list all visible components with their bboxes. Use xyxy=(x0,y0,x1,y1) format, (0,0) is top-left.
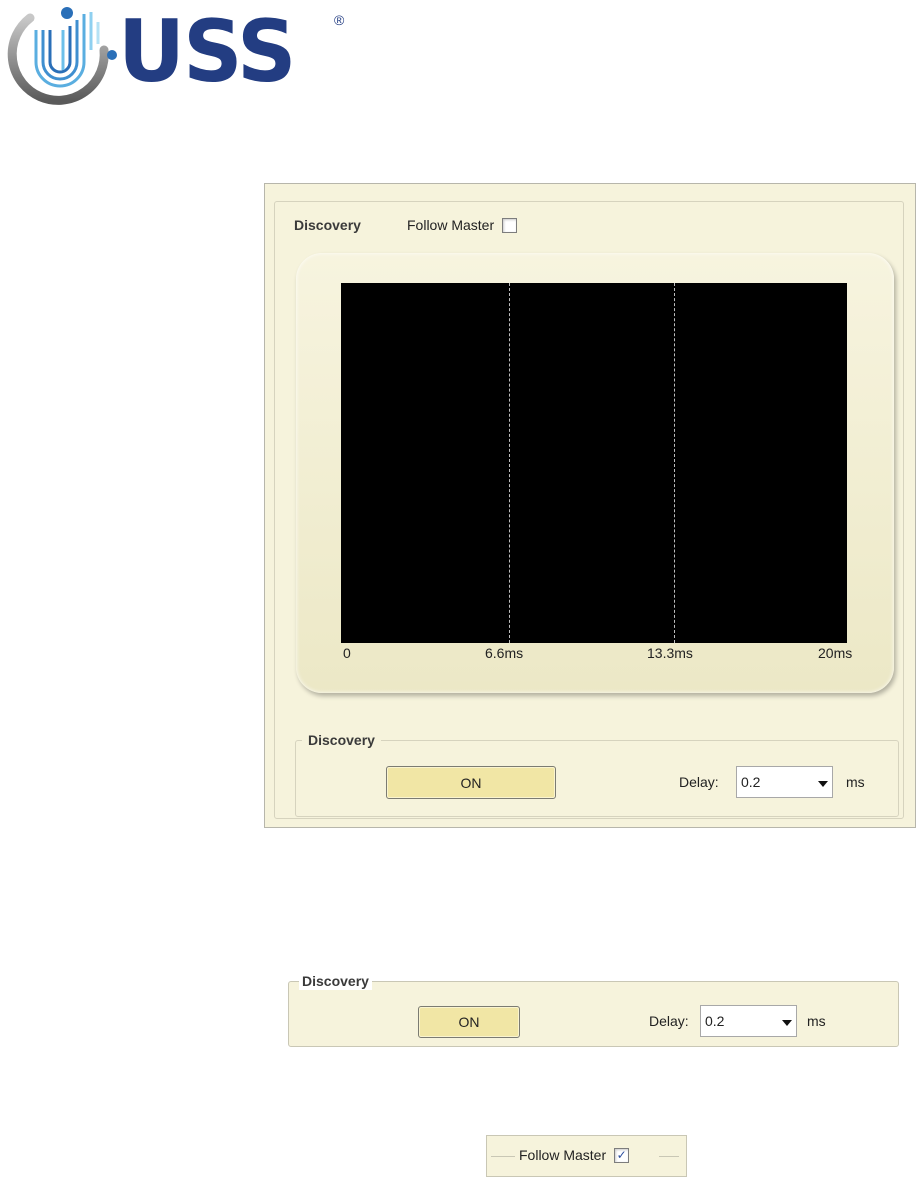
groupbox-line xyxy=(659,1156,679,1157)
follow-master-label: Follow Master xyxy=(407,217,495,233)
scope-tick-label: 20ms xyxy=(818,645,853,661)
discovery-groupbox: Discovery Follow Master 0 6.6ms 13.3ms 2… xyxy=(274,201,904,819)
scope-gridline xyxy=(674,283,675,643)
uss-logo-emblem-icon xyxy=(7,7,117,105)
delay-detail-value: 0.2 xyxy=(705,1013,725,1029)
discovery-control-group: Discovery ON Delay: 0.2 ms xyxy=(295,731,899,817)
follow-master-panel-detail: Follow Master ✓ xyxy=(486,1135,687,1177)
delay-value: 0.2 xyxy=(741,774,761,790)
follow-master-detail-checkbox[interactable]: ✓ xyxy=(614,1147,630,1163)
scope-gridline xyxy=(509,283,510,643)
delay-detail-unit-label: ms xyxy=(807,1013,826,1029)
scope-display xyxy=(341,283,847,643)
scope-tick-label: 0 xyxy=(343,645,351,661)
scope-tick-label: 6.6ms xyxy=(485,645,524,661)
discovery-panel-detail: Discovery ON Delay: 0.2 ms xyxy=(288,972,899,1047)
delay-detail-select[interactable]: 0.2 xyxy=(700,1005,797,1037)
registered-mark: ® xyxy=(334,12,345,28)
discovery-group-title: Discovery xyxy=(288,216,367,234)
follow-master-option[interactable]: Follow Master xyxy=(401,216,524,234)
discovery-panel-full: Discovery Follow Master 0 6.6ms 13.3ms 2… xyxy=(264,183,916,828)
chevron-down-icon[interactable] xyxy=(782,1020,792,1026)
follow-master-detail-option[interactable]: Follow Master ✓ xyxy=(515,1147,634,1163)
discovery-detail-on-button[interactable]: ON xyxy=(418,1006,520,1038)
scope-frame: 0 6.6ms 13.3ms 20ms xyxy=(296,253,894,693)
discovery-detail-title: Discovery xyxy=(299,972,372,990)
chevron-down-icon[interactable] xyxy=(818,781,828,787)
check-icon: ✓ xyxy=(616,1147,627,1162)
discovery-on-button[interactable]: ON xyxy=(386,766,556,799)
delay-unit-label: ms xyxy=(846,774,865,790)
scope-tick-label: 13.3ms xyxy=(647,645,693,661)
groupbox-line xyxy=(491,1156,517,1157)
delay-detail-label: Delay: xyxy=(649,1013,689,1029)
discovery-subgroup-title: Discovery xyxy=(302,731,381,749)
uss-logo: USS ® xyxy=(0,0,360,110)
delay-select[interactable]: 0.2 xyxy=(736,766,833,798)
logo-wordmark: USS xyxy=(118,2,296,102)
follow-master-detail-label: Follow Master xyxy=(519,1147,607,1163)
follow-master-checkbox[interactable] xyxy=(502,217,518,233)
delay-label: Delay: xyxy=(679,774,719,790)
